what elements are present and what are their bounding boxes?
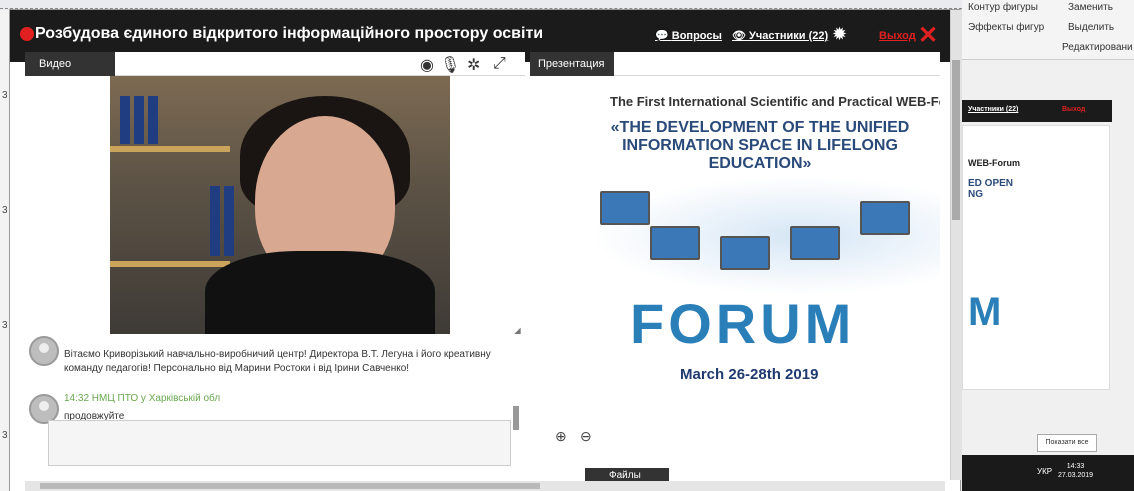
binder	[134, 96, 144, 144]
participants-link[interactable]: 👁 Участники (22)	[732, 29, 828, 42]
avatar	[29, 336, 59, 366]
laptop-icon	[860, 201, 910, 235]
mini-slide-title: ED OPEN NG	[968, 178, 1014, 200]
margin-number: 3	[2, 320, 8, 331]
live-indicator-icon	[20, 27, 34, 41]
video-settings-gear-icon[interactable]: ✲	[467, 55, 480, 75]
zoom-in-icon[interactable]: ⊕	[555, 428, 567, 445]
mini-participants-link[interactable]: Участники (22)	[968, 106, 1018, 113]
slide-subtitle: The First International Scientific and P…	[610, 94, 940, 109]
binder	[224, 186, 234, 256]
network-laptops-graphic	[590, 176, 940, 296]
laptop-icon	[790, 226, 840, 260]
laptop-icon	[600, 191, 650, 225]
binder	[148, 96, 158, 144]
ribbon-editing-group: Редактировани	[1062, 42, 1133, 53]
participants-label: Участники (22)	[749, 30, 829, 42]
webinar-title: Розбудова єдиного відкритого інформаційн…	[35, 25, 544, 42]
shelf	[110, 146, 230, 152]
taskbar-date: 27.03.2019	[1058, 472, 1094, 479]
ribbon-shape-effects[interactable]: Эффекты фигур	[968, 22, 1044, 33]
horizontal-scrollbar-thumb[interactable]	[40, 483, 540, 489]
chat-input[interactable]	[48, 420, 511, 466]
tab-video[interactable]: Видео	[25, 52, 115, 76]
webcam-video[interactable]	[110, 76, 450, 334]
laptop-icon	[650, 226, 700, 260]
shelf	[110, 261, 230, 267]
zoom-out-icon[interactable]: ⊖	[580, 428, 592, 445]
exit-link[interactable]: Выход	[879, 30, 916, 42]
margin-number: 3	[2, 90, 8, 101]
settings-gear-icon[interactable]: ✹	[832, 24, 852, 44]
taskbar-clock[interactable]: 14:33 27.03.2019	[1058, 462, 1093, 480]
chat-panel: Вітаємо Криворізький навчально-виробничи…	[25, 334, 525, 474]
eye-icon: 👁	[732, 30, 750, 42]
laptop-icon	[720, 236, 770, 270]
video-panel-header: Видео ◉ 🎙 ✲ ⤢	[25, 52, 525, 76]
person-body	[205, 251, 435, 334]
margin-number: 3	[2, 430, 8, 441]
chat-message-text: Вітаємо Криворізький навчально-виробничи…	[64, 349, 491, 374]
microphone-icon[interactable]: 🎙	[440, 55, 460, 75]
chat-message-header: 14:32 НМЦ ПТО у Харківській обл	[64, 393, 221, 404]
ribbon-replace[interactable]: Заменить	[1068, 2, 1113, 13]
forum-logo-text: FORUM	[630, 292, 856, 355]
tab-presentation[interactable]: Презентация	[530, 52, 614, 76]
questions-link[interactable]: 💬 Вопросы	[655, 29, 722, 42]
taskbar-language[interactable]: УКР	[1037, 467, 1052, 476]
fullscreen-icon[interactable]: ⤢	[493, 55, 506, 73]
mini-forum-letter: M	[968, 290, 1002, 334]
office-ribbon: Контур фигуры Заменить Эффекты фигур Выд…	[962, 0, 1134, 60]
taskbar-time: 14:33	[1066, 463, 1085, 470]
ribbon-select[interactable]: Выделить	[1068, 22, 1114, 33]
show-all-button[interactable]: Показати все	[1037, 434, 1097, 452]
mini-exit-link[interactable]: Выход	[1062, 106, 1085, 113]
slide-dates: March 26-28th 2019	[680, 366, 819, 383]
binder	[210, 186, 220, 256]
ribbon-shape-outline[interactable]: Контур фигуры	[968, 2, 1038, 13]
scrollbar-thumb[interactable]	[952, 60, 960, 220]
slide-title: «THE DEVELOPMENT OF THE UNIFIED INFORMAT…	[610, 119, 910, 172]
mini-slide-subtitle: WEB-Forum	[968, 158, 1020, 168]
presentation-slide: The First International Scientific and P…	[530, 76, 940, 386]
document-dashed-border	[0, 8, 962, 9]
binder	[120, 96, 130, 144]
camera-icon[interactable]: ◉	[420, 55, 434, 75]
questions-label: Вопросы	[671, 30, 722, 42]
video-panel: ◢	[25, 76, 525, 337]
close-icon[interactable]: ✕	[918, 21, 938, 50]
presentation-panel-header: Презентация	[530, 52, 940, 76]
speech-bubble-icon: 💬	[655, 30, 672, 42]
chat-scrollbar[interactable]	[513, 406, 519, 430]
margin-number: 3	[2, 205, 8, 216]
